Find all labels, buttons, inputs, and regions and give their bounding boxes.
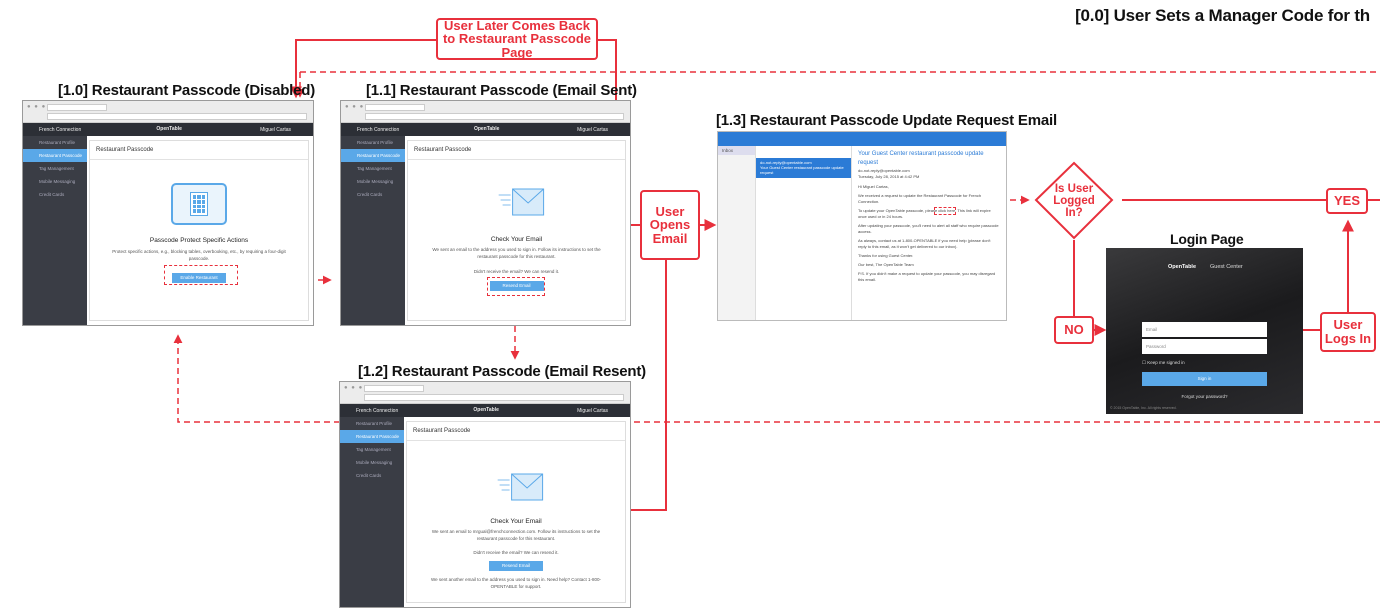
page-header: Restaurant Passcode	[407, 422, 625, 441]
title-s11: [1.1] Restaurant Passcode (Email Sent)	[366, 82, 637, 99]
sidebar-item-profile[interactable]: Restaurant Profile	[340, 417, 404, 430]
content-panel: Restaurant Passcode Passcode Protect Spe…	[89, 140, 309, 321]
s12-resend-question: Didn't receive the email? We can resend …	[473, 550, 559, 555]
email-list-item[interactable]: do-not-reply@opentable.com Your Guest Cen…	[756, 158, 851, 178]
sidebar-item-messaging[interactable]: Mobile Messaging	[340, 456, 404, 469]
title-s10: [1.0] Restaurant Passcode (Disabled)	[58, 82, 316, 99]
login-copyright: © 2015 OpenTable, Inc. All rights reserv…	[1110, 406, 1177, 410]
sidebar-item-tags[interactable]: Tag Management	[341, 162, 405, 175]
email-link-paragraph[interactable]: To update your OpenTable passcode, pleas…	[858, 208, 991, 219]
screen-s10: ● ● ● French Connection OpenTable Miguel C…	[22, 100, 314, 326]
tablet-icon	[171, 183, 227, 225]
s11-text: We sent an email to the address you used…	[432, 247, 601, 259]
sidebar-item-messaging[interactable]: Mobile Messaging	[341, 175, 405, 188]
email-folder-inbox[interactable]: Inbox	[718, 146, 755, 155]
email-field[interactable]: Email	[1142, 322, 1267, 337]
sidebar-item-passcode[interactable]: Restaurant Passcode	[23, 149, 87, 162]
screen-s12: ● ● ● French Connection OpenTable Miguel C…	[339, 381, 631, 608]
label-logs-in: User Logs In	[1320, 312, 1376, 352]
envelope-icon	[498, 188, 544, 216]
label-comes-back: User Later Comes Back to Restaurant Pass…	[436, 18, 598, 60]
highlight-enable	[164, 265, 238, 285]
highlight-resend	[487, 277, 545, 296]
s11-heading: Check Your Email	[490, 236, 543, 243]
signin-button[interactable]: Sign in	[1142, 372, 1267, 386]
s12-text: We sent an email to mrgual@frenchconnect…	[431, 529, 601, 541]
sidebar-item-messaging[interactable]: Mobile Messaging	[23, 175, 87, 188]
label-opens-email: User Opens Email	[640, 190, 700, 260]
s11-resend-question: Didn't receive the email? We can resend …	[473, 269, 560, 274]
password-field[interactable]: Password	[1142, 339, 1267, 354]
sidebar-item-passcode[interactable]: Restaurant Passcode	[341, 149, 405, 162]
s12-heading: Check Your Email	[490, 518, 542, 525]
s10-text: Protect specific actions, e.g., blocking…	[112, 249, 286, 261]
sidebar: Restaurant Profile Restaurant Passcode T…	[23, 136, 87, 325]
label-yes: YES	[1326, 188, 1368, 214]
title-s13: [1.3] Restaurant Passcode Update Request…	[716, 112, 1057, 129]
resend-email-button[interactable]: Resend Email	[489, 561, 543, 571]
sidebar-item-cards[interactable]: Credit Cards	[23, 188, 87, 201]
sidebar-item-profile[interactable]: Restaurant Profile	[23, 136, 87, 149]
sidebar-item-cards[interactable]: Credit Cards	[340, 469, 404, 482]
screen-s11: ● ● ● French Connection OpenTable Miguel C…	[340, 100, 631, 326]
title-login: Login Page	[1170, 231, 1244, 247]
login-screen: OpenTable Guest Center Email Password ☐ …	[1106, 248, 1303, 414]
sidebar-item-tags[interactable]: Tag Management	[23, 162, 87, 175]
page-header: Restaurant Passcode	[90, 141, 308, 160]
login-product: Guest Center	[1210, 264, 1243, 270]
sidebar-item-profile[interactable]: Restaurant Profile	[341, 136, 405, 149]
forgot-password-link[interactable]: Forgot your password?	[1106, 394, 1303, 399]
s12-note: We sent another email to the address you…	[430, 577, 602, 589]
s10-heading: Passcode Protect Specific Actions	[149, 237, 249, 244]
label-no: NO	[1054, 316, 1094, 344]
envelope-icon	[497, 473, 544, 501]
email-body: Your Guest Center restaurant passcode up…	[858, 151, 999, 282]
main-title: [0.0] User Sets a Manager Code for th	[1075, 6, 1370, 25]
browser-chrome: ● ● ●	[23, 101, 313, 123]
email-date: Tuesday, July 28, 2015 at 4:42 PM	[858, 174, 920, 179]
sidebar-item-cards[interactable]: Credit Cards	[341, 188, 405, 201]
login-brand: OpenTable	[1168, 264, 1197, 270]
app-bar: French Connection OpenTable Miguel Cartas	[23, 123, 313, 136]
label-is-logged-in: Is User Logged In?	[1053, 182, 1095, 220]
sidebar-item-tags[interactable]: Tag Management	[340, 443, 404, 456]
title-s12: [1.2] Restaurant Passcode (Email Resent)	[358, 363, 646, 380]
email-subject: Your Guest Center restaurant passcode up…	[858, 151, 984, 166]
page-header: Restaurant Passcode	[408, 141, 625, 160]
flow-diagram: [0.0] User Sets a Manager Code for th [1…	[0, 0, 1380, 611]
sidebar-item-passcode[interactable]: Restaurant Passcode	[340, 430, 404, 443]
email-screen: Inbox do-not-reply@opentable.com Your Gue…	[717, 131, 1007, 321]
connector-s12-opens	[631, 260, 667, 511]
keep-signed-in-checkbox[interactable]: ☐ Keep me signed in	[1142, 360, 1185, 366]
